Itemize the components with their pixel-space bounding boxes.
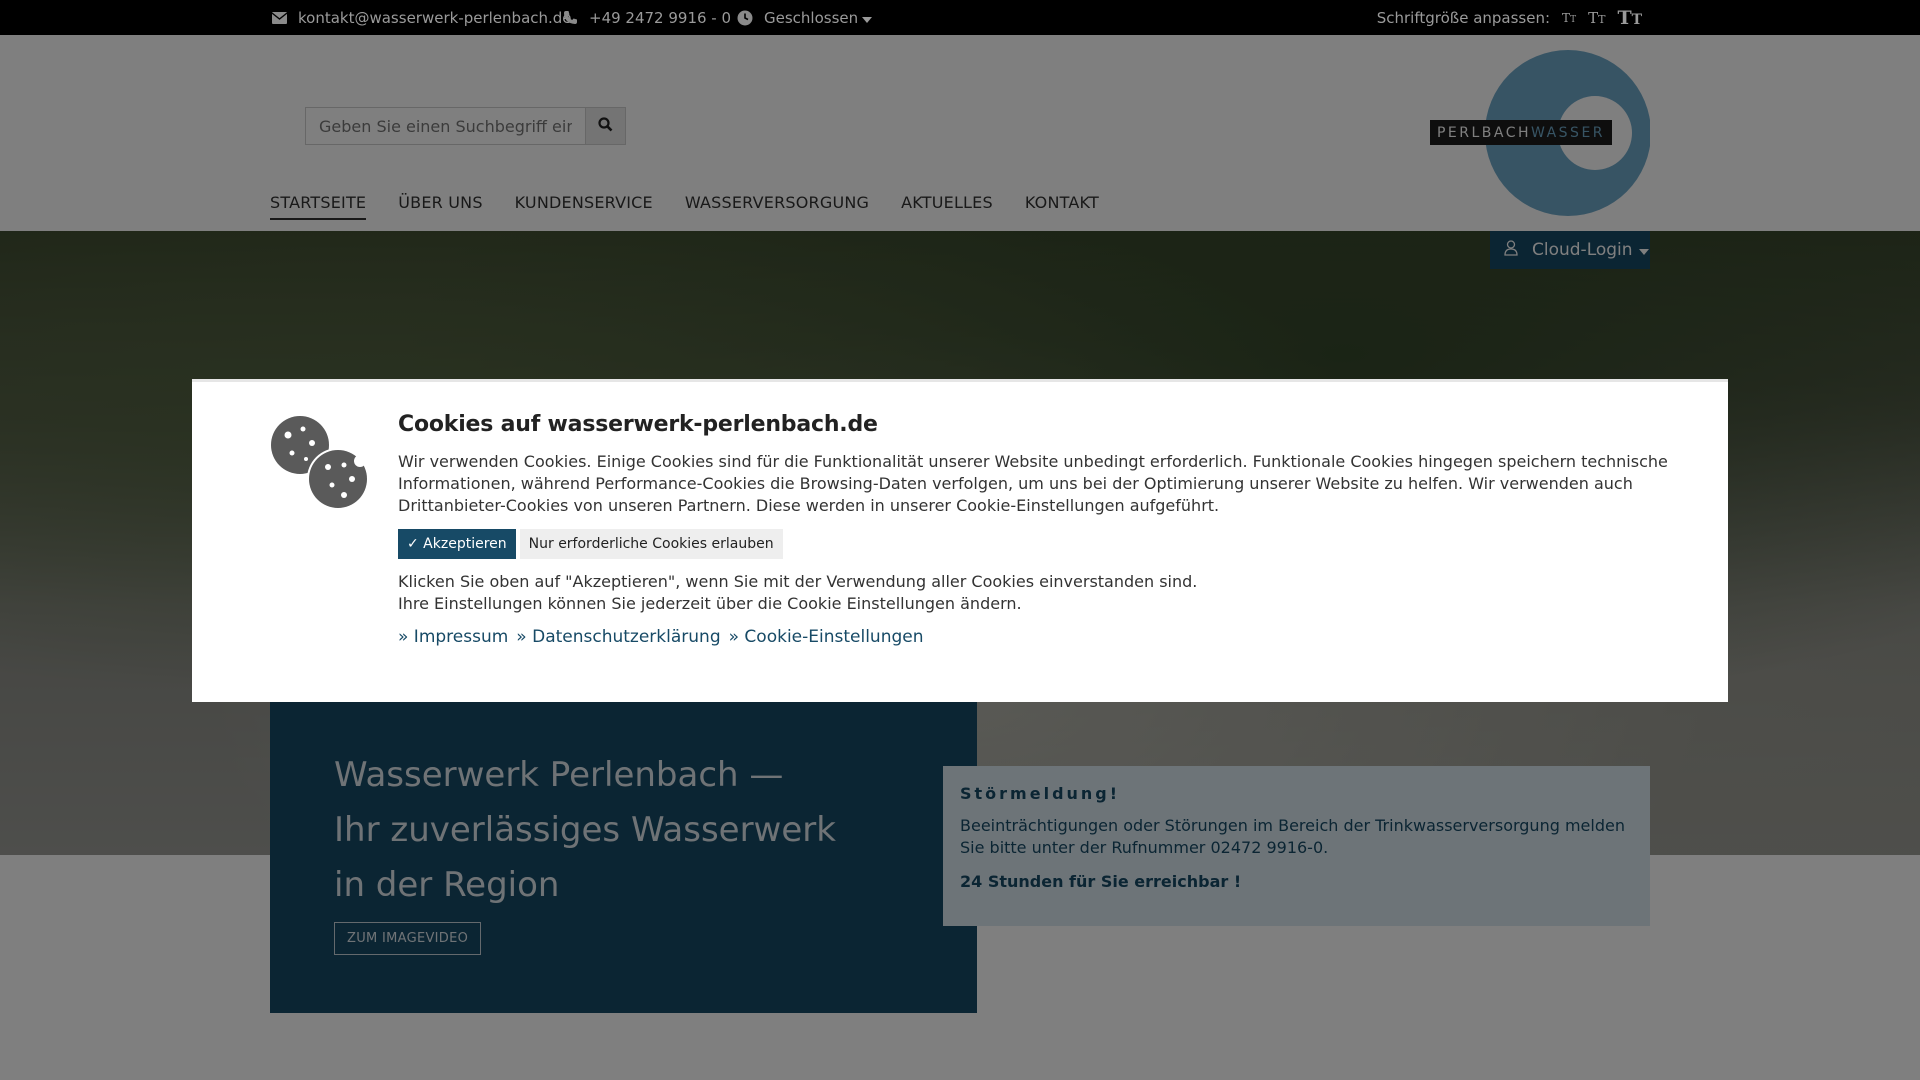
cookie-title: Cookies auf wasserwerk-perlenbach.de — [398, 412, 878, 437]
phone-icon — [561, 9, 579, 27]
font-size-small-button[interactable]: TT — [1562, 11, 1576, 25]
required-cookies-button[interactable]: Nur erforderliche Cookies erlauben — [519, 529, 783, 559]
cookie-hint-2: Ihre Einstellungen können Sie jederzeit … — [398, 594, 1022, 613]
cookie-description: Wir verwenden Cookies. Einige Cookies si… — [398, 452, 1668, 515]
font-size-large-button[interactable]: TT — [1617, 7, 1642, 29]
phone-text[interactable]: +49 2472 9916 - 0 — [589, 9, 731, 27]
contact-phone[interactable]: +49 2472 9916 - 0 — [561, 0, 731, 35]
datenschutz-link[interactable]: » Datenschutzerklärung — [516, 627, 720, 647]
cookie-icon — [270, 415, 370, 511]
top-bar: kontakt@wasserwerk-perlenbach.de +49 247… — [0, 0, 1920, 35]
caret-down-icon — [862, 9, 873, 27]
font-size-label: Schriftgröße anpassen: — [1376, 8, 1551, 27]
cookie-content: Cookies auf wasserwerk-perlenbach.de Wir… — [398, 412, 1678, 647]
contact-email[interactable]: kontakt@wasserwerk-perlenbach.de — [270, 0, 572, 35]
cookie-dialog: Cookies auf wasserwerk-perlenbach.de Wir… — [192, 379, 1728, 702]
email-text[interactable]: kontakt@wasserwerk-perlenbach.de — [298, 9, 572, 27]
font-size-medium-button[interactable]: TT — [1588, 9, 1605, 27]
cookie-buttons: ✓ Akzeptieren Nur erforderliche Cookies … — [398, 529, 1678, 559]
cookie-links: » Impressum » Datenschutzerklärung » Coo… — [398, 627, 1678, 647]
clock-icon — [736, 9, 754, 27]
cookie-hint-1: Klicken Sie oben auf "Akzeptieren", wenn… — [398, 572, 1198, 591]
impressum-link[interactable]: » Impressum — [398, 627, 508, 647]
opening-hours-dropdown[interactable]: Geschlossen — [736, 0, 873, 35]
font-size-controls: Schriftgröße anpassen: TT TT TT — [1377, 0, 1642, 35]
accept-cookies-button[interactable]: ✓ Akzeptieren — [398, 529, 516, 559]
envelope-icon — [270, 9, 288, 27]
cookie-settings-link[interactable]: » Cookie-Einstellungen — [729, 627, 924, 647]
opening-status[interactable]: Geschlossen — [764, 9, 858, 27]
